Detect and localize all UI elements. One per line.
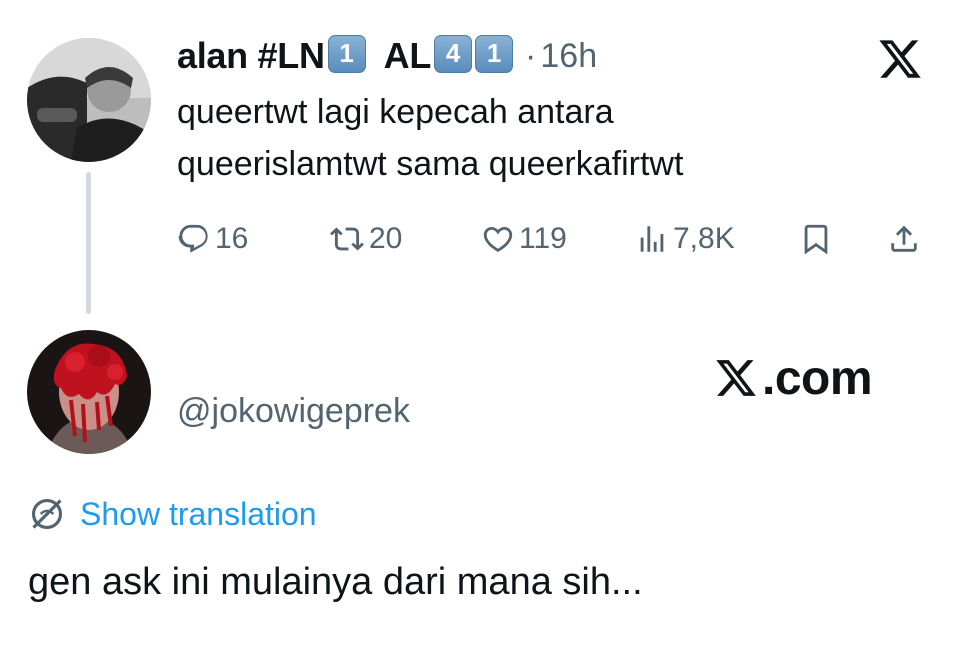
reply-icon [178, 224, 208, 253]
x-logo-icon [716, 360, 756, 396]
keycap-emoji-4: 4 [434, 35, 473, 73]
retweet-button[interactable]: 20 [329, 214, 402, 264]
views-icon [640, 226, 664, 252]
bookmark-icon [804, 224, 828, 255]
thread-connector-line [86, 172, 91, 314]
reply-count: 16 [215, 222, 249, 255]
like-icon [483, 226, 513, 252]
meta-separator: · [525, 36, 537, 75]
share-button[interactable] [887, 214, 921, 264]
show-translation-label[interactable]: Show translation [80, 496, 317, 533]
x-logo-icon [879, 40, 921, 78]
avatar-photo-red [27, 330, 151, 454]
tweet-text-line-2: queerislamtwt sama queerkafirtwt [177, 145, 684, 183]
reply-text: gen ask ini mulainya dari mana sih... [28, 561, 643, 603]
avatar-photo-grayscale [27, 38, 151, 162]
xcom-watermark: .com [712, 350, 873, 406]
views-button[interactable]: 7,8K [635, 214, 735, 264]
xcom-domain-text: .com [762, 351, 873, 405]
keycap-emoji-1b: 1 [475, 35, 514, 73]
bookmark-button[interactable] [799, 214, 833, 264]
reply-author-handle[interactable]: @jokowigeprek [177, 392, 410, 431]
reply-button[interactable]: 16 [177, 214, 248, 264]
keycap-emoji-1: 1 [327, 35, 366, 73]
translate-icon [31, 498, 63, 530]
reply-author-avatar[interactable] [27, 330, 151, 454]
retweet-count: 20 [369, 222, 403, 255]
tweet-text-line-1: queertwt lagi kepecah antara [177, 93, 614, 131]
show-translation-link[interactable]: Show translation [28, 492, 317, 536]
views-count: 7,8K [673, 222, 735, 255]
tweet-text: queertwt lagi kepecah antara queerislamt… [177, 86, 897, 190]
author-name-suffix[interactable]: AL [384, 35, 432, 77]
tweet-author-avatar[interactable] [27, 38, 151, 162]
author-name[interactable]: alan #LN [177, 35, 325, 77]
tweet-action-bar: 16 20 119 7,8K [177, 214, 937, 264]
tweet-timestamp[interactable]: 16h [540, 37, 597, 76]
like-button[interactable]: 119 [481, 214, 567, 264]
share-icon [891, 225, 917, 252]
like-count: 119 [519, 222, 567, 255]
retweet-icon [330, 227, 364, 251]
tweet-header: alan #LN 1 AL 4 1 · 16h [177, 28, 597, 84]
